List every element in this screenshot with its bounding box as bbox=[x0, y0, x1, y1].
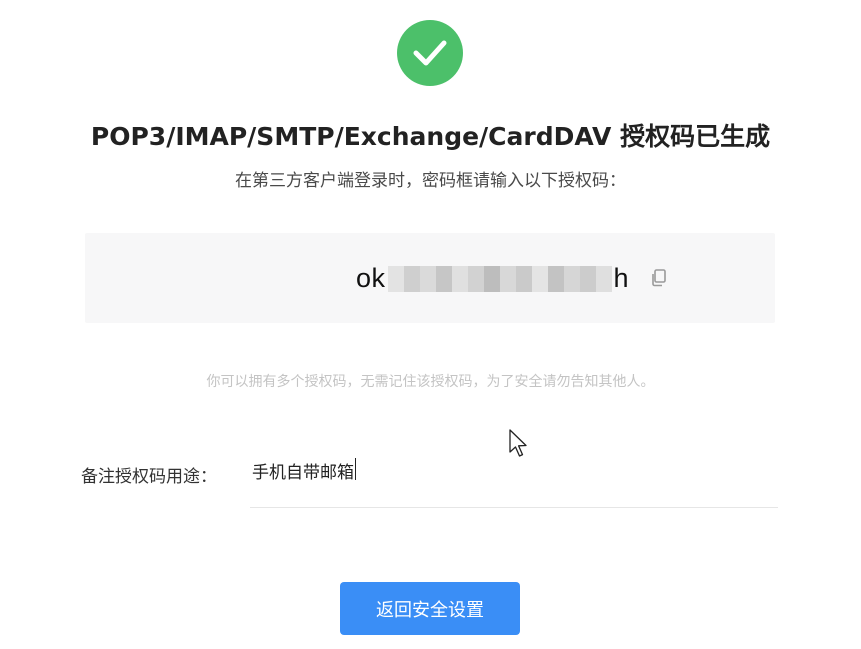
success-check-icon bbox=[397, 20, 463, 86]
note-input-value: 手机自带邮箱 bbox=[252, 463, 354, 483]
auth-code-prefix: ok bbox=[356, 262, 386, 293]
masked-code-segment bbox=[387, 266, 612, 292]
page-subtitle: 在第三方客户端登录时，密码框请输入以下授权码： bbox=[235, 171, 626, 191]
copy-icon[interactable] bbox=[650, 268, 668, 288]
check-icon bbox=[413, 40, 447, 66]
back-to-security-settings-button[interactable]: 返回安全设置 bbox=[340, 582, 520, 635]
security-notice: 你可以拥有多个授权码，无需记住该授权码，为了安全请勿告知其他人。 bbox=[206, 374, 655, 390]
note-input[interactable]: 手机自带邮箱 bbox=[250, 458, 778, 508]
text-caret bbox=[355, 458, 356, 480]
note-label: 备注授权码用途： bbox=[81, 467, 217, 487]
auth-code[interactable]: ok h bbox=[356, 255, 668, 301]
auth-code-box: ok h bbox=[85, 233, 775, 323]
auth-code-suffix: h bbox=[613, 262, 630, 293]
page-title: POP3/IMAP/SMTP/Exchange/CardDAV 授权码已生成 bbox=[90, 122, 771, 151]
